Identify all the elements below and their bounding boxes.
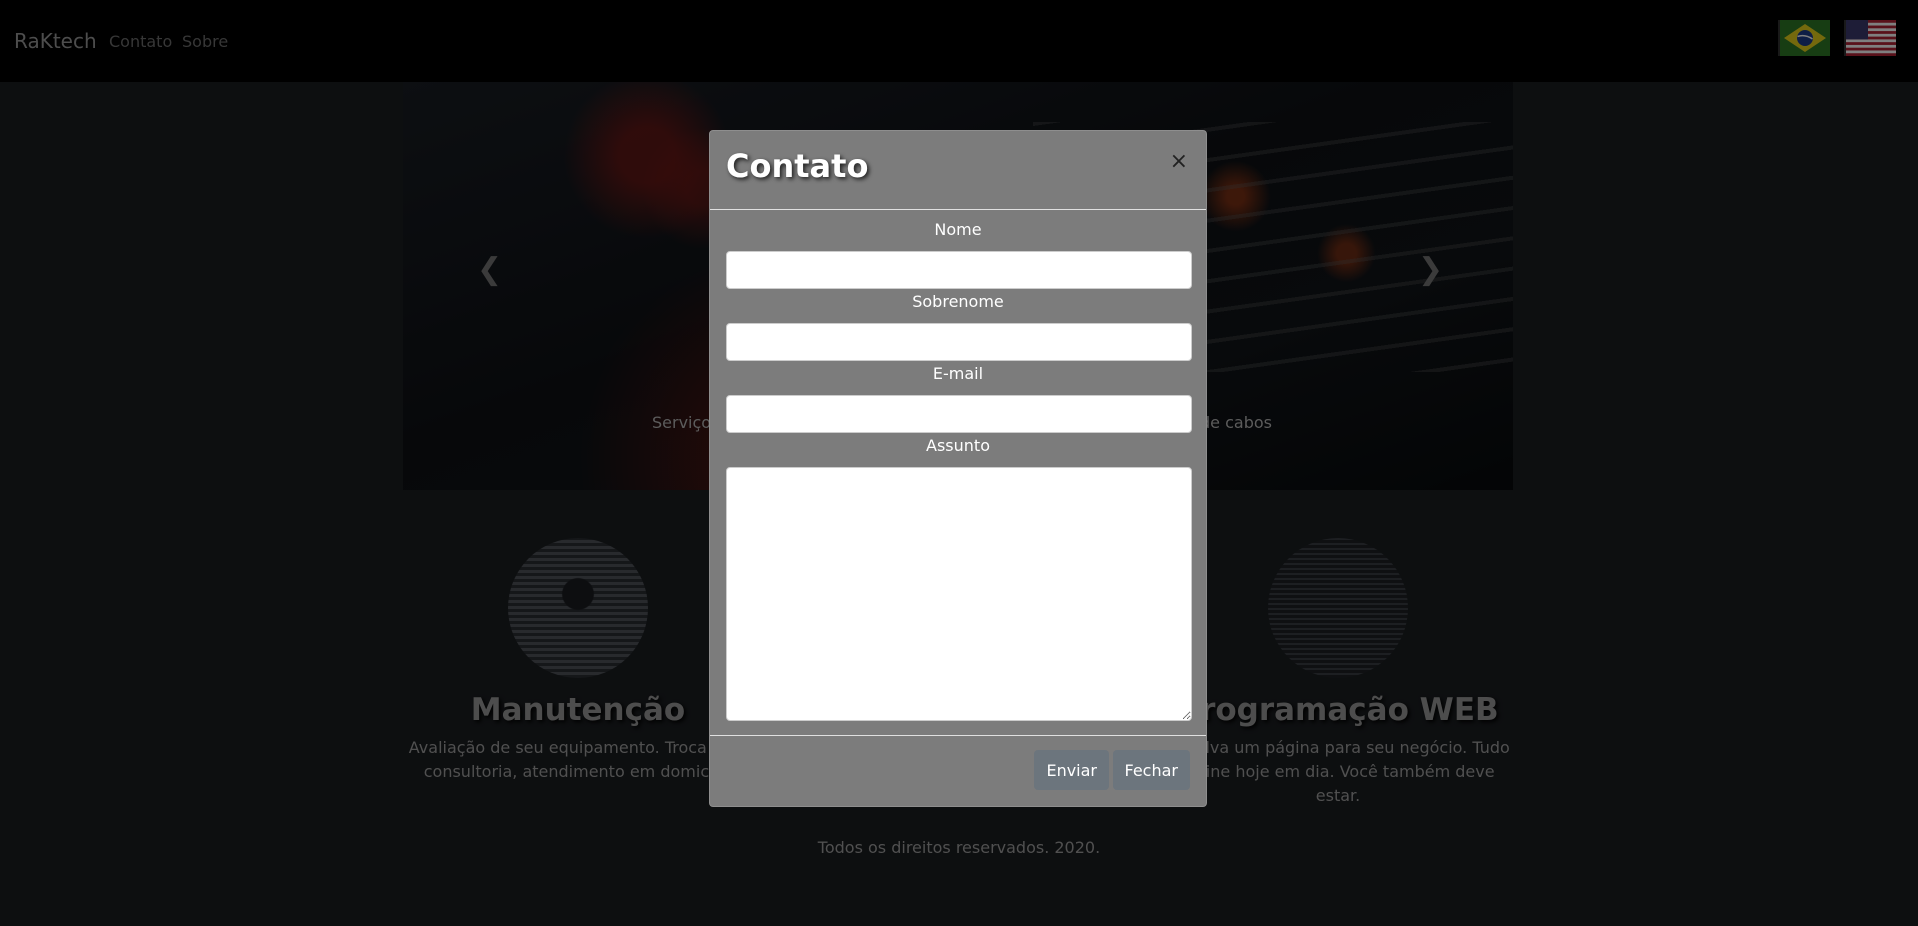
modal-body: Nome Sobrenome E-mail Assunto [710, 210, 1206, 721]
modal-footer: Enviar Fechar [710, 735, 1206, 806]
nome-label: Nome [934, 220, 982, 239]
nome-field[interactable] [726, 251, 1192, 289]
assunto-label: Assunto [926, 436, 990, 455]
assunto-textarea[interactable] [726, 467, 1192, 721]
contact-modal: Contato × Nome Sobrenome E-mail Assunto … [709, 130, 1207, 807]
sobrenome-field[interactable] [726, 323, 1192, 361]
modal-header: Contato × [710, 131, 1206, 210]
modal-title: Contato [726, 147, 869, 185]
close-button[interactable]: Fechar [1112, 750, 1190, 790]
send-button[interactable]: Enviar [1034, 750, 1109, 790]
email-field[interactable] [726, 395, 1192, 433]
close-icon[interactable]: × [1170, 149, 1188, 174]
sobrenome-label: Sobrenome [912, 292, 1004, 311]
email-label: E-mail [932, 364, 984, 383]
